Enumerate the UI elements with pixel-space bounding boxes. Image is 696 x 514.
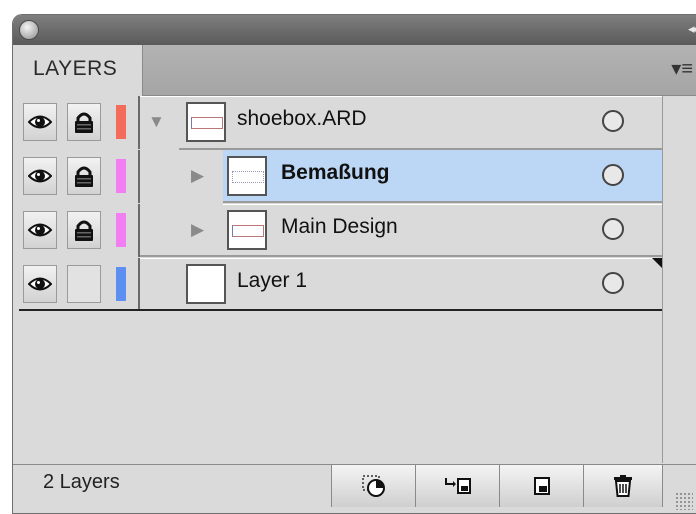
row-divider <box>223 201 662 203</box>
new-sublayer-icon <box>444 478 471 494</box>
layer-thumbnail <box>227 210 267 250</box>
eye-icon <box>28 223 52 237</box>
target-circle-icon[interactable] <box>602 110 624 132</box>
lock-toggle[interactable] <box>67 103 101 141</box>
layer-row-layer-1[interactable]: Layer 1 <box>19 258 662 311</box>
layer-controls <box>19 258 138 311</box>
lock-toggle[interactable] <box>67 211 101 249</box>
target-circle-icon[interactable] <box>602 272 624 294</box>
target-circle-icon[interactable] <box>602 164 624 186</box>
create-layer-button[interactable] <box>499 465 583 507</box>
resize-grip-icon[interactable] <box>675 492 693 510</box>
layer-controls <box>19 204 138 257</box>
layer-controls <box>19 150 138 203</box>
layer-name[interactable]: Main Design <box>281 215 398 239</box>
panel-titlebar: ◂◂ <box>13 15 696 45</box>
layer-name[interactable]: Bemaßung <box>281 161 390 185</box>
empty-list-area <box>13 311 662 459</box>
list-right-border <box>662 96 663 463</box>
visibility-toggle[interactable] <box>23 265 57 303</box>
layer-thumbnail <box>186 264 226 304</box>
controls-divider <box>138 96 140 149</box>
visibility-toggle[interactable] <box>23 103 57 141</box>
eye-icon <box>28 169 52 183</box>
target-circle-icon[interactable] <box>602 218 624 240</box>
visibility-toggle[interactable] <box>23 211 57 249</box>
layer-color-swatch <box>116 105 126 139</box>
panel-footer: 2 Layers <box>13 464 696 513</box>
panel-menu-icon[interactable]: ▾≡ <box>671 59 693 79</box>
layer-thumbnail <box>227 156 267 196</box>
lock-toggle[interactable] <box>67 157 101 195</box>
make-clipping-mask-button[interactable] <box>331 465 415 507</box>
collapsed-triangle-icon[interactable]: ▶ <box>191 166 204 186</box>
lock-icon <box>75 166 93 187</box>
layer-row-bemassung[interactable]: ▶ Bemaßung <box>19 150 662 203</box>
tab-layers[interactable]: LAYERS <box>13 45 143 96</box>
layer-row-shoebox[interactable]: ▼ shoebox.ARD <box>19 96 662 150</box>
controls-divider <box>138 150 140 203</box>
layer-name[interactable]: shoebox.ARD <box>237 107 367 131</box>
layer-controls <box>19 96 138 149</box>
row-top-line <box>140 258 662 259</box>
delete-layer-button[interactable] <box>583 465 663 507</box>
row-top-line <box>140 96 662 97</box>
controls-divider <box>138 204 140 257</box>
layer-row-main-design[interactable]: ▶ Main Design <box>19 204 662 257</box>
layer-name[interactable]: Layer 1 <box>237 269 307 293</box>
lock-icon <box>75 220 93 241</box>
layer-color-swatch <box>116 267 126 301</box>
thumbnail-preview <box>191 117 223 129</box>
lock-toggle[interactable] <box>67 265 101 303</box>
visibility-toggle[interactable] <box>23 157 57 195</box>
layers-panel: ◂◂ LAYERS ▾≡ ▼ shoebox.ARD ▶ Bemaßung ▶ … <box>12 14 696 514</box>
layer-count: 2 Layers <box>43 471 120 493</box>
create-sublayer-button[interactable] <box>415 465 499 507</box>
controls-divider <box>138 258 140 311</box>
new-layer-icon <box>533 477 550 495</box>
lock-icon <box>75 112 93 133</box>
expand-triangle-icon[interactable]: ▼ <box>148 112 165 132</box>
row-top-line <box>223 204 662 205</box>
thumbnail-preview <box>232 225 264 237</box>
collapsed-triangle-icon[interactable]: ▶ <box>191 220 204 240</box>
layer-color-swatch <box>116 213 126 247</box>
layers-list: ▼ shoebox.ARD ▶ Bemaßung ▶ Main Design L… <box>19 96 662 311</box>
layer-color-swatch <box>116 159 126 193</box>
eye-icon <box>28 115 52 129</box>
tab-strip: LAYERS ▾≡ <box>13 45 696 96</box>
close-dot-icon[interactable] <box>19 20 39 40</box>
double-chevron-icon[interactable]: ◂◂ <box>688 20 696 38</box>
trash-icon <box>614 475 632 497</box>
row-divider <box>140 255 662 257</box>
selected-art-indicator <box>652 258 662 268</box>
clipping-mask-icon <box>361 475 385 497</box>
layer-thumbnail <box>186 102 226 142</box>
tab-layers-label: LAYERS <box>33 57 118 80</box>
thumbnail-preview <box>232 171 264 183</box>
eye-icon <box>28 277 52 291</box>
